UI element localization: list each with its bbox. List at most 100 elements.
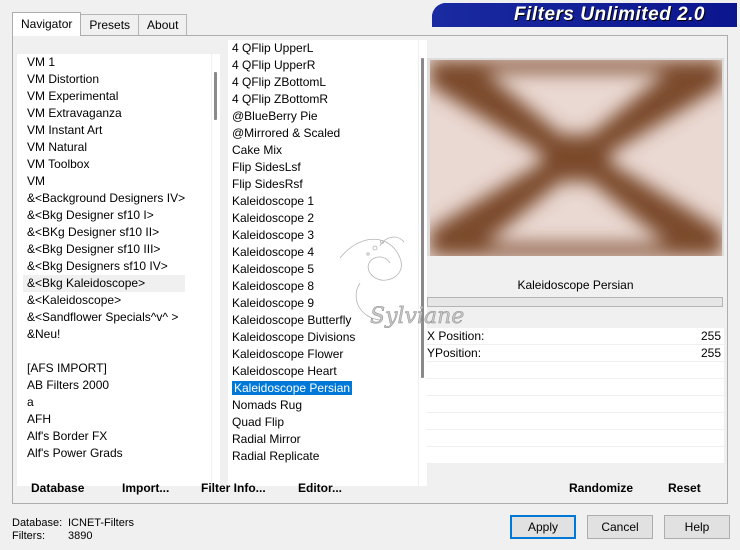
filter-item[interactable]: Kaleidoscope 2 [228,210,355,227]
filter-item-label: Quad Flip [232,415,285,429]
help-button[interactable]: Help [664,515,730,539]
filter-item-label: Kaleidoscope 8 [232,279,315,293]
filter-item[interactable]: @BlueBerry Pie [228,108,355,125]
category-item[interactable]: VM Extravaganza [23,105,185,122]
tab-navigator[interactable]: Navigator [12,12,82,36]
category-item[interactable]: VM Toolbox [23,156,185,173]
progress-bar [427,297,723,307]
filter-info-button[interactable]: Filter Info... [201,480,266,496]
filter-item[interactable]: Kaleidoscope Divisions [228,329,355,346]
filter-item-label: Kaleidoscope 9 [232,296,315,310]
param-empty-row [426,413,724,430]
filter-item-label: 4 QFlip ZBottomL [232,75,327,89]
randomize-button[interactable]: Randomize [569,480,633,496]
editor-button[interactable]: Editor... [298,480,342,496]
filter-item[interactable]: Kaleidoscope 4 [228,244,355,261]
category-scroll-thumb[interactable] [214,72,217,120]
filter-item[interactable]: Flip SidesRsf [228,176,355,193]
filter-item-label: @Mirrored & Scaled [232,126,341,140]
category-item[interactable]: [AFS IMPORT] [23,360,185,377]
category-item[interactable]: &<Background Designers IV> [23,190,185,207]
filter-item-label: Kaleidoscope 1 [232,194,315,208]
filter-item[interactable]: Radial Replicate [228,448,355,465]
category-item[interactable]: &<Kaleidoscope> [23,292,185,309]
filter-item-label: 4 QFlip UpperL [232,41,314,55]
filter-scroll-thumb[interactable] [421,58,424,378]
filter-item-label: Flip SidesRsf [232,177,303,191]
filter-item-label: Flip SidesLsf [232,160,301,174]
tab-presets[interactable]: Presets [80,14,140,36]
category-item[interactable]: VM Instant Art [23,122,185,139]
filter-item[interactable]: Kaleidoscope Flower [228,346,355,363]
filter-list[interactable]: 4 QFlip UpperL 4 QFlip UpperR 4 QFlip ZBot… [228,40,418,486]
category-item[interactable]: &Neu! [23,326,185,343]
filter-item-label: Kaleidoscope 4 [232,245,315,259]
category-item[interactable]: VM Distortion [23,71,185,88]
param-empty-row [426,396,724,413]
tab-about[interactable]: About [138,14,188,36]
filter-item[interactable]: Nomads Rug [228,397,355,414]
filter-item[interactable]: Kaleidoscope 3 [228,227,355,244]
category-item[interactable]: Alf's Power Grads [23,445,185,462]
filter-item[interactable]: 4 QFlip UpperL [228,40,355,57]
category-item[interactable]: AB Filters 2000 [23,377,185,394]
filter-item[interactable]: Kaleidoscope Butterfly [228,312,355,329]
header-banner: Filters Unlimited 2.0 [432,3,737,27]
category-item[interactable]: VM [23,173,185,190]
reset-button[interactable]: Reset [668,480,701,496]
filter-item-label: Cake Mix [232,143,283,157]
navigator-panel: VM 1 VM Distortion VM Experimental VM Extra… [12,35,728,504]
filter-item[interactable]: Kaleidoscope 1 [228,193,355,210]
category-item[interactable]: a [23,394,185,411]
filter-item[interactable]: Quad Flip [228,414,355,431]
category-item[interactable]: &<Sandflower Specials^v^ > [23,309,185,326]
filter-item[interactable]: Kaleidoscope Persian [228,380,355,397]
category-item[interactable]: Alf's Border FX [23,428,185,445]
filter-item[interactable]: Flip SidesLsf [228,159,355,176]
filter-item[interactable]: Kaleidoscope 8 [228,278,355,295]
param-empty-row [426,362,724,379]
filter-item[interactable]: Radial Mirror [228,431,355,448]
category-scrollbar[interactable] [212,54,220,486]
category-item[interactable]: &<BKg Designer sf10 II> [23,224,185,241]
param-label: YPosition: [427,346,482,360]
status-filters: Filters: 3890 [12,530,92,542]
cancel-button[interactable]: Cancel [587,515,653,539]
param-y-position[interactable]: YPosition: 255 [426,345,724,362]
apply-button[interactable]: Apply [510,515,576,539]
database-button[interactable]: Database [31,480,84,496]
category-item[interactable]: VM Natural [23,139,185,156]
preview-image [430,60,722,256]
preview-frame [427,58,724,256]
tab-bar: Navigator Presets About [12,12,188,36]
category-item[interactable]: &<Bkg Designers sf10 IV> [23,258,185,275]
filter-item[interactable]: Kaleidoscope Heart [228,363,355,380]
filter-item[interactable]: 4 QFlip UpperR [228,57,355,74]
category-item[interactable]: &<Bkg Designer sf10 III> [23,241,185,258]
category-item[interactable]: AFH [23,411,185,428]
filter-item[interactable]: Kaleidoscope 5 [228,261,355,278]
parameter-list: X Position: 255 YPosition: 255 [426,328,724,464]
filter-item-label: Radial Mirror [232,432,301,446]
status-database-value: ICNET-Filters [68,517,134,529]
category-item[interactable]: &<Bkg Kaleidoscope> [23,275,186,292]
category-item[interactable]: &<Bkg Designer sf10 I> [23,207,185,224]
param-empty-row [426,430,724,447]
status-database: Database: ICNET-Filters [12,517,134,529]
filter-item[interactable]: @Mirrored & Scaled [228,125,355,142]
import-button[interactable]: Import... [122,480,169,496]
filter-item-label: @BlueBerry Pie [232,109,318,123]
filter-item-label: 4 QFlip ZBottomR [232,92,329,106]
category-list[interactable]: VM 1 VM Distortion VM Experimental VM Extra… [17,54,211,486]
param-empty-row [426,447,724,464]
filter-item[interactable]: 4 QFlip ZBottomL [228,74,355,91]
filter-item[interactable]: Kaleidoscope 9 [228,295,355,312]
category-item[interactable]: VM 1 [23,54,185,71]
param-x-position[interactable]: X Position: 255 [426,328,724,345]
filter-item-label: Kaleidoscope Divisions [232,330,356,344]
category-item[interactable]: VM Experimental [23,88,185,105]
filter-item-label: 4 QFlip UpperR [232,58,316,72]
filter-item[interactable]: 4 QFlip ZBottomR [228,91,355,108]
app-title: Filters Unlimited 2.0 [513,4,705,25]
filter-item[interactable]: Cake Mix [228,142,355,159]
